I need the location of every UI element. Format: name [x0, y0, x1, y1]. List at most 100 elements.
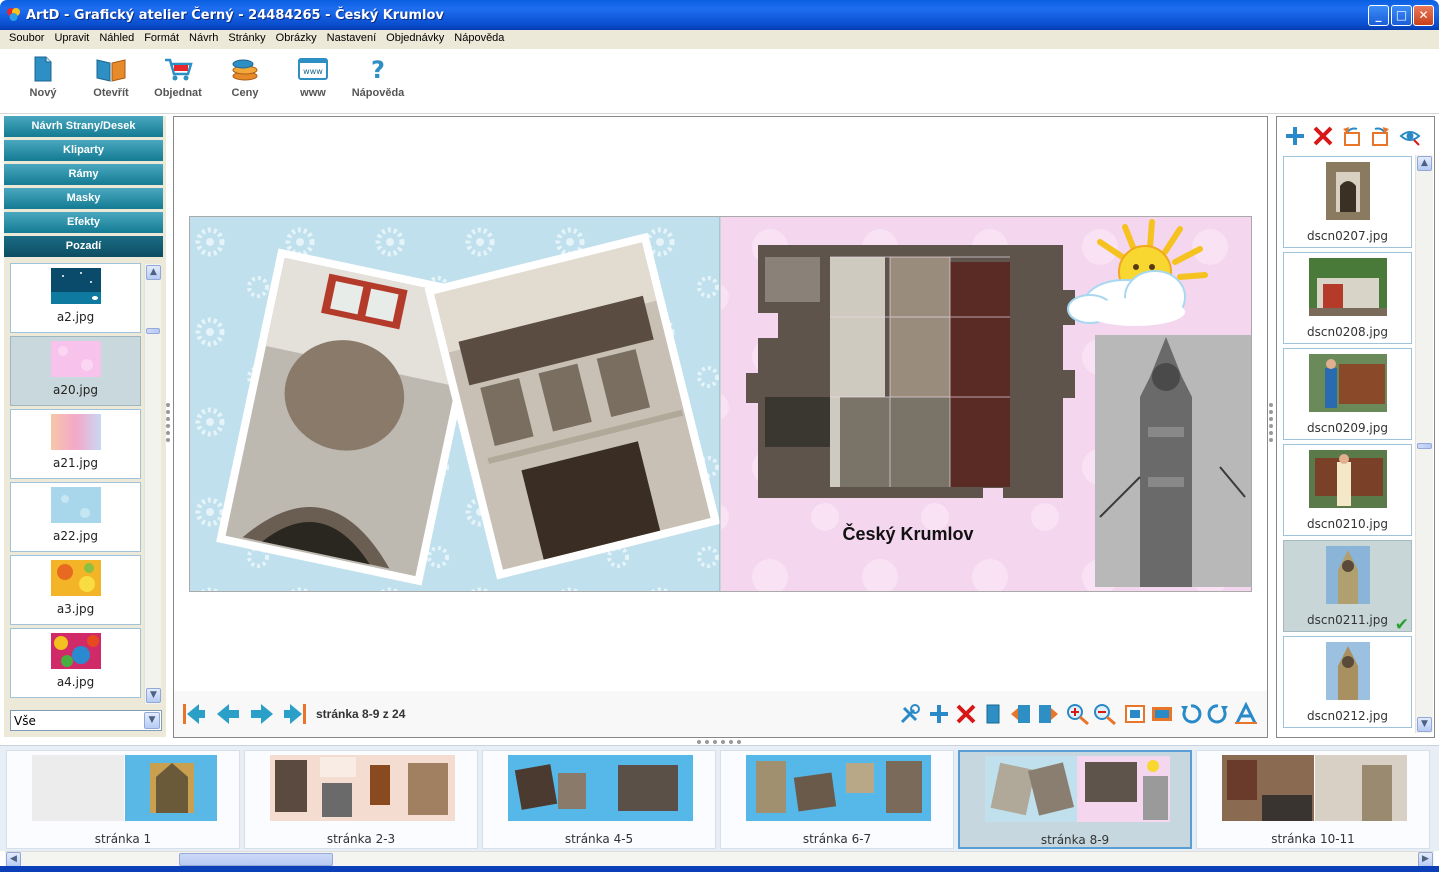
scrollbar-thumb[interactable]: [179, 853, 333, 866]
page-thumbnail: [1222, 755, 1407, 821]
scroll-down-icon[interactable]: ▼: [1417, 717, 1432, 732]
page-layout-icon[interactable]: [980, 702, 1006, 726]
photo-name: dscn0212.jpg: [1307, 709, 1388, 723]
page-thumb-1[interactable]: stránka 1: [6, 750, 240, 849]
menu-nastaveni[interactable]: Nastavení: [322, 30, 382, 44]
minimize-button[interactable]: _: [1368, 5, 1389, 26]
preview-eye-icon[interactable]: [1399, 125, 1421, 147]
image-view-icon[interactable]: [1149, 702, 1175, 726]
scrollbar-thumb[interactable]: [1417, 443, 1432, 449]
scroll-down-icon[interactable]: ▼: [146, 688, 161, 703]
background-list-scrollbar[interactable]: ▲ ▼: [144, 264, 161, 704]
remove-photo-icon[interactable]: [1312, 125, 1334, 147]
scroll-up-icon[interactable]: ▲: [1417, 156, 1432, 171]
left-splitter-grip[interactable]: [166, 400, 171, 460]
scroll-left-icon[interactable]: ◀: [6, 852, 21, 867]
photo-thumbnail: [1325, 642, 1370, 700]
menu-napoveda[interactable]: Nápověda: [449, 30, 509, 44]
scrollbar-thumb[interactable]: [146, 328, 160, 334]
maximize-button[interactable]: □: [1391, 5, 1412, 26]
page-label: stránka 10-11: [1271, 832, 1355, 846]
photo-item[interactable]: dscn0207.jpg: [1283, 156, 1412, 248]
pages-horizontal-scrollbar[interactable]: ◀ ▶: [5, 851, 1434, 867]
move-page-right-icon[interactable]: [1035, 702, 1061, 726]
photo-name: dscn0209.jpg: [1307, 421, 1388, 435]
used-checkmark-icon: ✔: [1394, 615, 1409, 635]
page-thumb-2-3[interactable]: stránka 2-3: [244, 750, 478, 849]
accordion-page-design[interactable]: Návrh Strany/Desek: [4, 116, 163, 137]
accordion-masks[interactable]: Masky: [4, 188, 163, 209]
zoom-in-icon[interactable]: [1065, 702, 1091, 726]
open-button[interactable]: Otevřít: [81, 55, 141, 99]
close-button[interactable]: ✕: [1413, 5, 1434, 26]
tools-icon[interactable]: [898, 702, 924, 726]
photos-scrollbar[interactable]: ▲ ▼: [1415, 155, 1433, 733]
background-name: a2.jpg: [56, 310, 95, 324]
menu-objednavky[interactable]: Objednávky: [381, 30, 449, 44]
page-thumb-4-5[interactable]: stránka 4-5: [482, 750, 716, 849]
chevron-down-icon[interactable]: ▼: [144, 712, 160, 729]
open-label: Otevřít: [93, 87, 129, 99]
move-page-left-icon[interactable]: [1008, 702, 1034, 726]
accordion-backgrounds[interactable]: Pozadí: [4, 236, 163, 257]
new-button[interactable]: Nový: [13, 55, 73, 99]
accordion-cliparts[interactable]: Kliparty: [4, 140, 163, 161]
list-item[interactable]: a2.jpg: [10, 263, 141, 333]
next-page-icon[interactable]: [249, 702, 275, 726]
list-item[interactable]: a3.jpg: [10, 555, 141, 625]
window-bottom-border: [0, 866, 1439, 872]
puzzle-photo-street[interactable]: [746, 245, 1075, 498]
window-title: ArtD - Grafický atelier Černý - 24484265…: [26, 8, 444, 23]
delete-page-icon[interactable]: [953, 702, 979, 726]
page-thumb-6-7[interactable]: stránka 6-7: [720, 750, 954, 849]
scroll-right-icon[interactable]: ▶: [1418, 852, 1433, 867]
add-page-icon[interactable]: [926, 702, 952, 726]
www-button[interactable]: www www: [283, 55, 343, 99]
left-panel: Návrh Strany/Desek Kliparty Rámy Masky E…: [4, 116, 166, 737]
menu-upravit[interactable]: Upravit: [49, 30, 94, 44]
accordion-effects[interactable]: Efekty: [4, 212, 163, 233]
first-page-icon[interactable]: [181, 702, 207, 726]
add-photo-icon[interactable]: [1284, 125, 1306, 147]
rotate-right-icon[interactable]: [1205, 702, 1231, 726]
page-thumb-10-11[interactable]: stránka 10-11: [1196, 750, 1430, 849]
page-thumb-8-9[interactable]: stránka 8-9: [958, 750, 1192, 849]
menu-obrazky[interactable]: Obrázky: [271, 30, 322, 44]
photo-item[interactable]: dscn0208.jpg: [1283, 252, 1412, 344]
spread-canvas[interactable]: Český Krumlov: [189, 216, 1252, 592]
rotate-photo-left-icon[interactable]: [1341, 125, 1363, 147]
background-filter-select[interactable]: Vše ▼: [10, 710, 162, 731]
list-item[interactable]: a21.jpg: [10, 409, 141, 479]
photo-item[interactable]: dscn0212.jpg: [1283, 636, 1412, 728]
list-item[interactable]: a20.jpg: [10, 336, 141, 406]
photo-thumbnail: [1325, 162, 1370, 220]
rotate-left-icon[interactable]: [1178, 702, 1204, 726]
photo-item[interactable]: dscn0211.jpg ✔: [1283, 540, 1412, 635]
menu-stranky[interactable]: Stránky: [223, 30, 270, 44]
zoom-out-icon[interactable]: [1092, 702, 1118, 726]
accordion-frames[interactable]: Rámy: [4, 164, 163, 185]
photo-item[interactable]: dscn0209.jpg: [1283, 348, 1412, 440]
help-button[interactable]: ? Nápověda: [348, 55, 408, 99]
previous-page-icon[interactable]: [215, 702, 241, 726]
page-caption[interactable]: Český Krumlov: [842, 523, 973, 544]
photo-item[interactable]: dscn0210.jpg: [1283, 444, 1412, 536]
menu-navrh[interactable]: Návrh: [184, 30, 223, 44]
menu-format[interactable]: Formát: [139, 30, 184, 44]
fit-page-icon[interactable]: [1122, 702, 1148, 726]
list-item[interactable]: a4.jpg: [10, 628, 141, 698]
last-page-icon[interactable]: [282, 702, 308, 726]
prices-button[interactable]: Ceny: [215, 55, 275, 99]
text-tool-icon[interactable]: [1233, 702, 1259, 726]
list-item[interactable]: a22.jpg: [10, 482, 141, 552]
menu-nahled[interactable]: Náhled: [94, 30, 139, 44]
right-splitter-grip[interactable]: [1269, 400, 1274, 460]
scroll-up-icon[interactable]: ▲: [146, 265, 161, 280]
menu-soubor[interactable]: Soubor: [0, 30, 49, 44]
menu-bar: Soubor Upravit Náhled Formát Návrh Stránky Obr…: [0, 30, 1439, 49]
editor-navbar: stránka 8-9 z 24: [174, 691, 1267, 737]
rotate-photo-right-icon[interactable]: [1369, 125, 1391, 147]
page-thumbnail: [985, 756, 1170, 822]
order-button[interactable]: Objednat: [148, 55, 208, 99]
tower-photo[interactable]: [1095, 335, 1251, 587]
